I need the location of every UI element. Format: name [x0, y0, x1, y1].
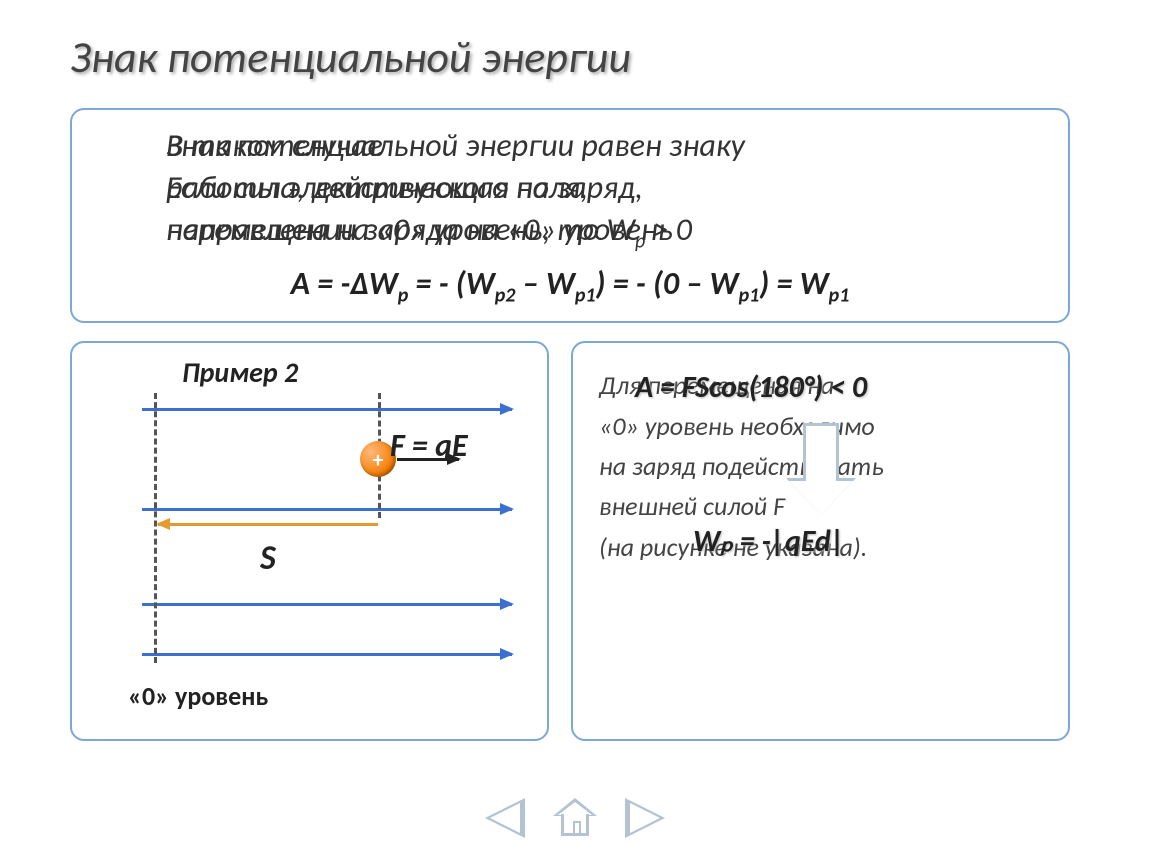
text-layer-1b: Знак потенциальной энергии равен знаку	[166, 126, 745, 165]
text-layer-2b: работы электрического поля,	[166, 168, 588, 207]
field-diagram: + F = qE S «0» уровень	[102, 398, 522, 678]
example-label: Пример 2	[182, 355, 298, 390]
field-line	[142, 408, 512, 411]
slide-title: Знак потенциальной энергии	[70, 30, 1080, 84]
nav-buttons	[478, 796, 672, 840]
triangle-left-icon	[485, 798, 525, 838]
text-layer-3c: > 0	[645, 210, 692, 249]
field-line	[142, 653, 512, 656]
text-layer-3a: направлена на «0» уровень, то W	[166, 210, 635, 249]
main-formula: A = -ΔWp = - (Wp2 – Wp1) = - (0 – Wp1) =…	[96, 264, 1044, 307]
overlapping-text-block: В таком случае Знак потенциальной энерги…	[166, 124, 1044, 254]
zero-level-label: «0» уровень	[128, 680, 268, 712]
prev-button[interactable]	[478, 796, 532, 840]
force-label: F = qE	[390, 426, 468, 465]
down-arrow-icon	[803, 423, 839, 485]
home-icon	[553, 798, 597, 838]
diagram-panel: Пример 2 + F = qE S «0» уровень	[70, 341, 549, 741]
explanation-panel: Для перемещения на «0» уровень необходим…	[571, 341, 1070, 741]
field-line	[142, 508, 512, 511]
top-panel: В таком случае Знак потенциальной энерги…	[70, 108, 1070, 323]
next-button[interactable]	[618, 796, 672, 840]
formula-energy: Wₚ = -|qEd|	[693, 523, 845, 560]
home-button[interactable]	[548, 796, 602, 840]
displacement-label: S	[260, 538, 276, 579]
field-line	[142, 603, 512, 606]
displacement-arrow	[158, 523, 378, 526]
formula-work: A = FScos(180°) < 0	[635, 369, 867, 406]
triangle-right-icon	[625, 798, 665, 838]
